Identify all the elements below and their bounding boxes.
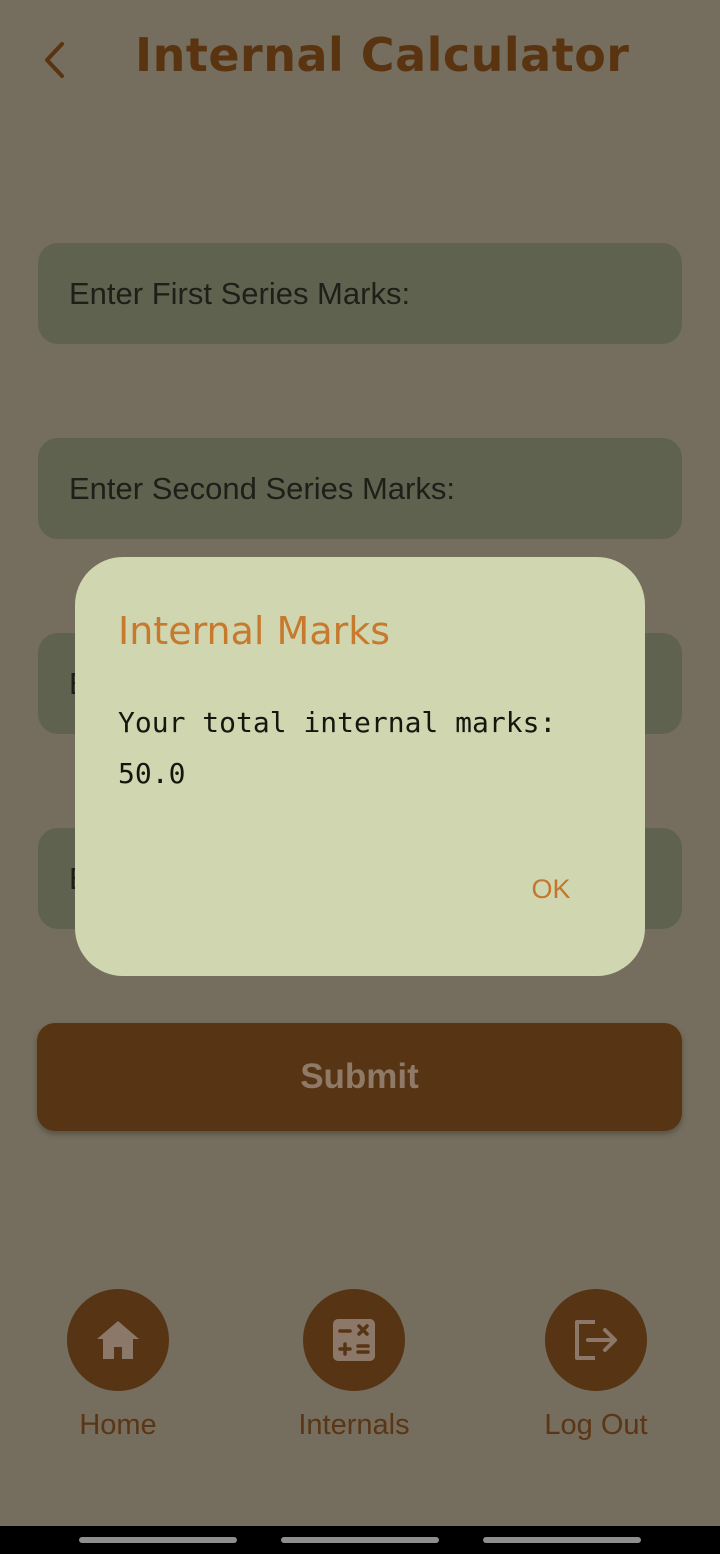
app-screen: Internal Calculator Enter First Series M… — [0, 0, 720, 1554]
logout-icon — [575, 1320, 617, 1360]
home-icon — [97, 1321, 139, 1359]
first-series-field[interactable]: Enter First Series Marks: — [38, 243, 682, 344]
header: Internal Calculator — [0, 0, 720, 130]
dialog-title: Internal Marks — [118, 609, 391, 653]
nav-home-button[interactable] — [67, 1289, 169, 1391]
dialog-marks-value: 50.0 — [118, 757, 186, 790]
submit-button[interactable]: Submit — [37, 1023, 682, 1131]
nav-home-label: Home — [79, 1409, 157, 1441]
nav-home[interactable]: Home — [38, 1289, 198, 1442]
nav-internals[interactable]: Internals — [274, 1289, 434, 1442]
dialog-ok-button[interactable]: OK — [521, 869, 581, 909]
calculator-icon — [333, 1319, 375, 1361]
second-series-field[interactable]: Enter Second Series Marks: — [38, 438, 682, 539]
internal-marks-dialog: Internal Marks Your total internal marks… — [75, 557, 645, 976]
nav-internals-label: Internals — [298, 1409, 410, 1441]
nav-internals-button[interactable] — [303, 1289, 405, 1391]
dialog-message-text: Your total internal marks: — [118, 706, 557, 739]
system-nav-pill[interactable] — [79, 1537, 237, 1543]
nav-logout-label: Log Out — [544, 1409, 648, 1441]
back-button[interactable] — [30, 35, 80, 85]
second-series-label: Enter Second Series Marks: — [69, 470, 455, 506]
first-series-label: Enter First Series Marks: — [69, 275, 411, 311]
system-nav-pill[interactable] — [483, 1537, 641, 1543]
nav-logout-button[interactable] — [545, 1289, 647, 1391]
nav-logout[interactable]: Log Out — [516, 1289, 676, 1442]
system-nav-pill[interactable] — [281, 1537, 439, 1543]
chevron-left-icon — [45, 42, 64, 78]
page-title: Internal Calculator — [135, 28, 630, 82]
dialog-message: Your total internal marks: 50.0 — [118, 697, 618, 799]
